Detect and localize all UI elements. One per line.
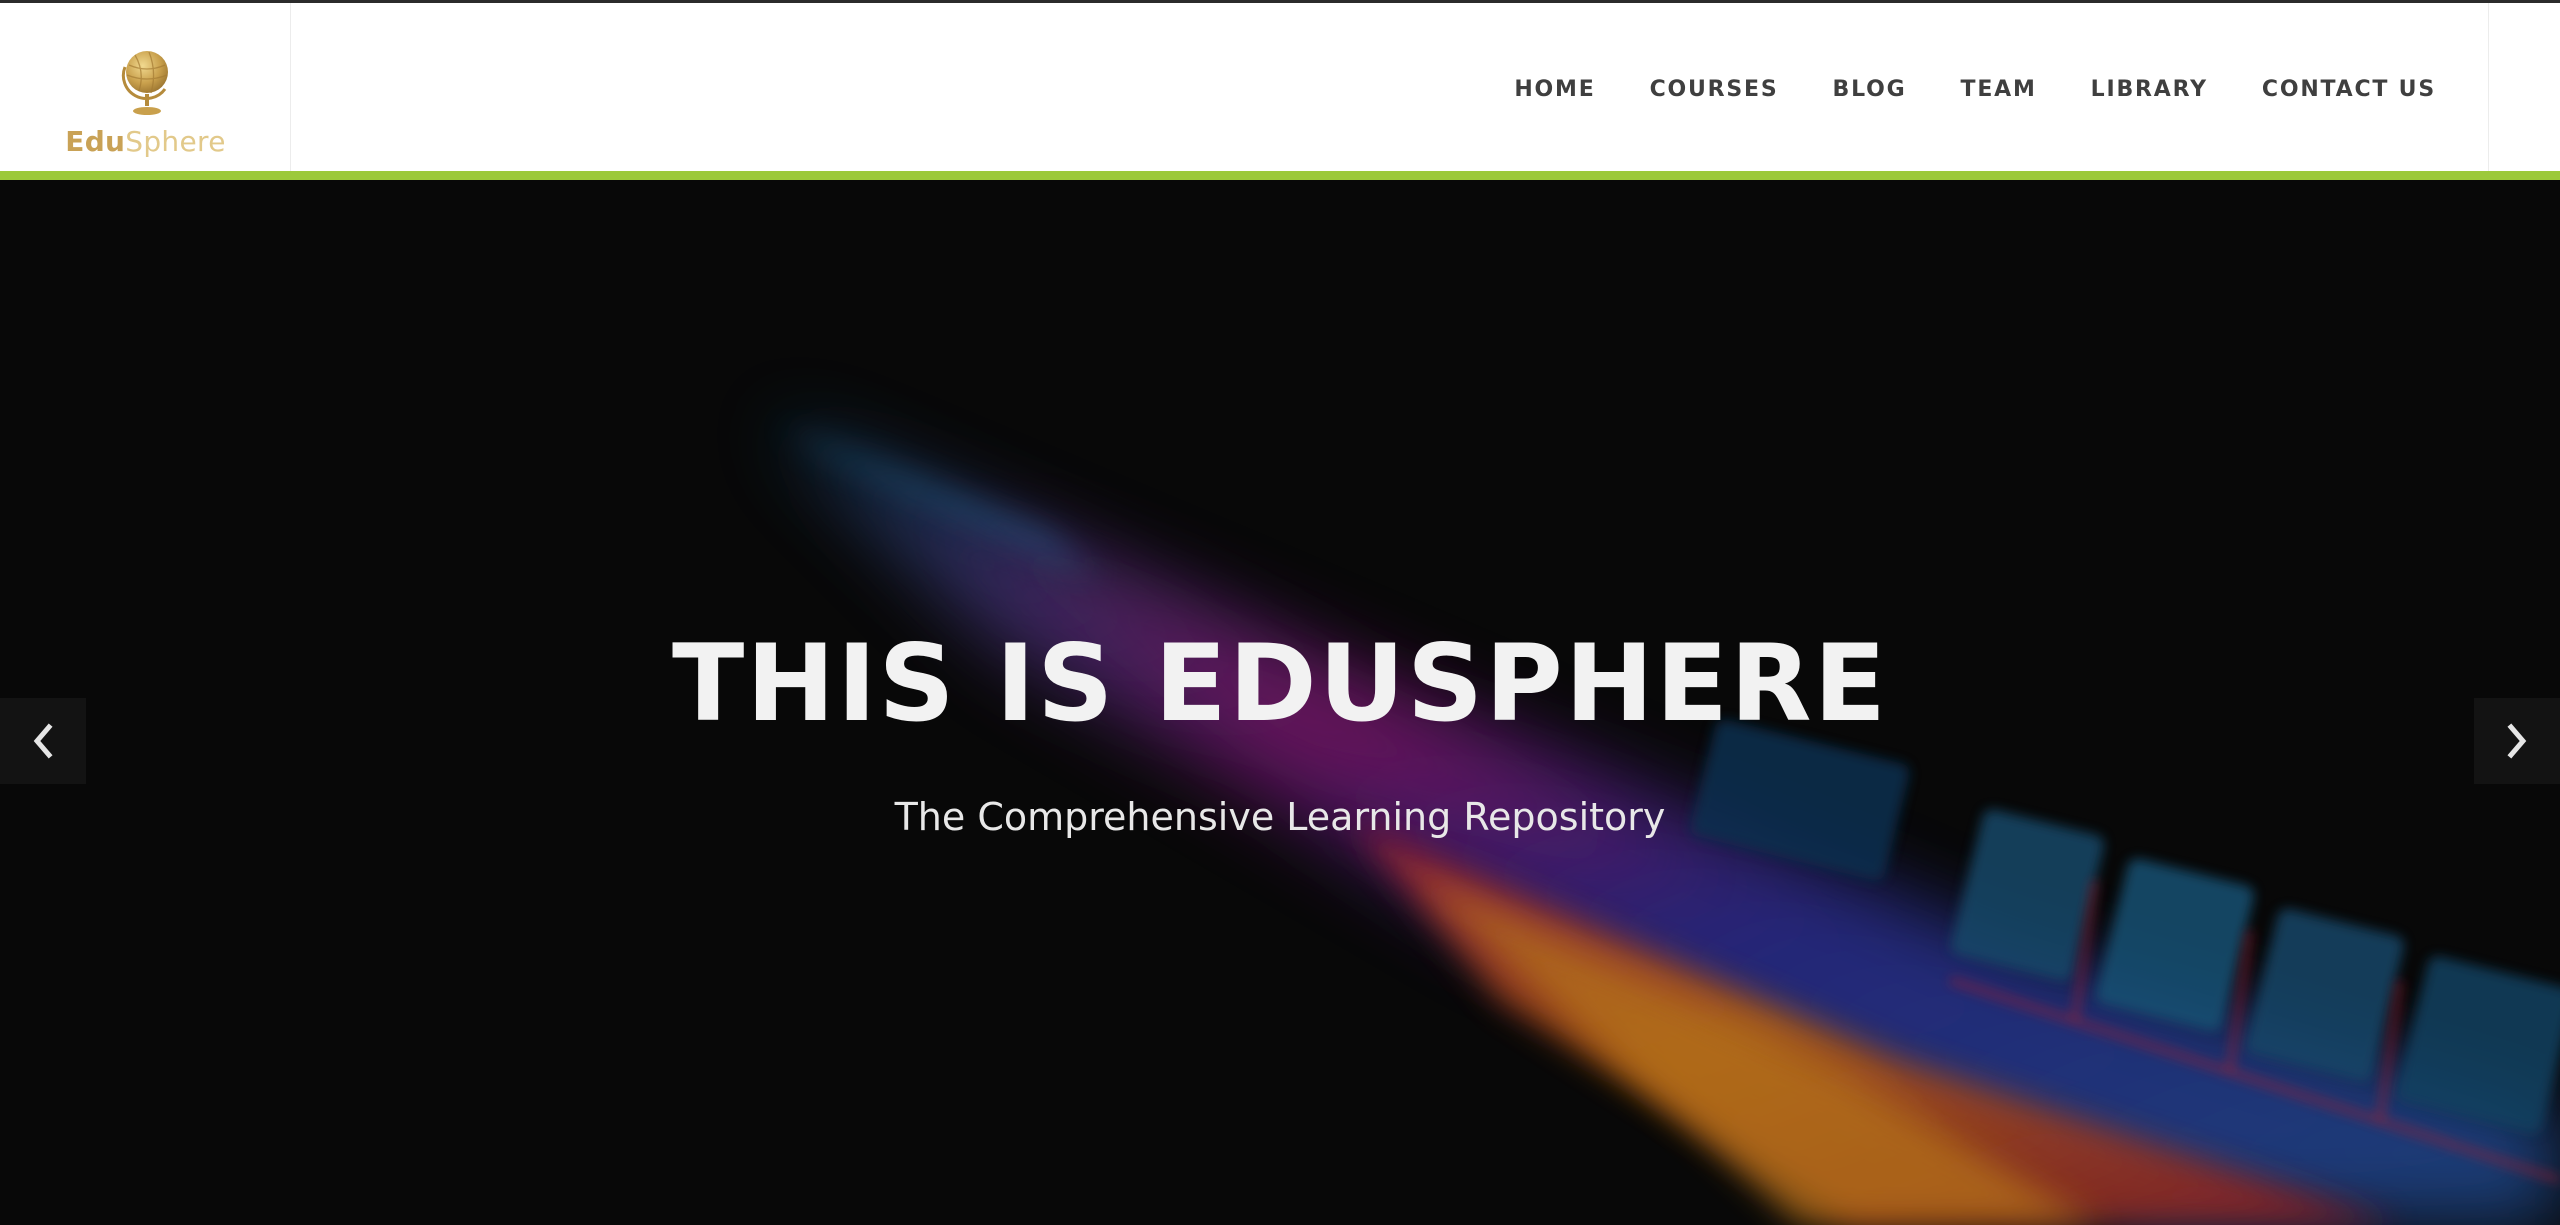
logo-wordmark: EduSphere <box>0 125 291 158</box>
chevron-left-icon <box>33 723 53 759</box>
globe-icon <box>121 51 168 115</box>
slider-prev-button[interactable] <box>0 698 86 784</box>
hero-slider: THIS IS EDUSPHERE The Comprehensive Lear… <box>0 180 2560 1225</box>
logo-text-edu: Edu <box>65 125 126 158</box>
nav-library[interactable]: LIBRARY <box>2091 77 2208 102</box>
logo-text-sphere: Sphere <box>125 125 226 158</box>
site-header: EduSphere HOME COURSES BLOG TEAM LIBRARY… <box>0 0 2560 180</box>
nav-home[interactable]: HOME <box>1514 77 1595 102</box>
chevron-right-icon <box>2507 723 2527 759</box>
nav-team[interactable]: TEAM <box>1961 77 2037 102</box>
hero-subtitle: The Comprehensive Learning Repository <box>894 795 1666 839</box>
nav-contact-us[interactable]: CONTACT US <box>2262 77 2436 102</box>
page: EduSphere HOME COURSES BLOG TEAM LIBRARY… <box>0 0 2560 1225</box>
hero-title: THIS IS EDUSPHERE <box>671 622 1889 745</box>
nav-blog[interactable]: BLOG <box>1833 77 1907 102</box>
logo-link[interactable]: EduSphere <box>0 3 291 171</box>
header-divider <box>2488 3 2489 171</box>
main-nav: HOME COURSES BLOG TEAM LIBRARY CONTACT U… <box>1514 73 2436 105</box>
slider-next-button[interactable] <box>2474 698 2560 784</box>
nav-courses[interactable]: COURSES <box>1650 77 1779 102</box>
